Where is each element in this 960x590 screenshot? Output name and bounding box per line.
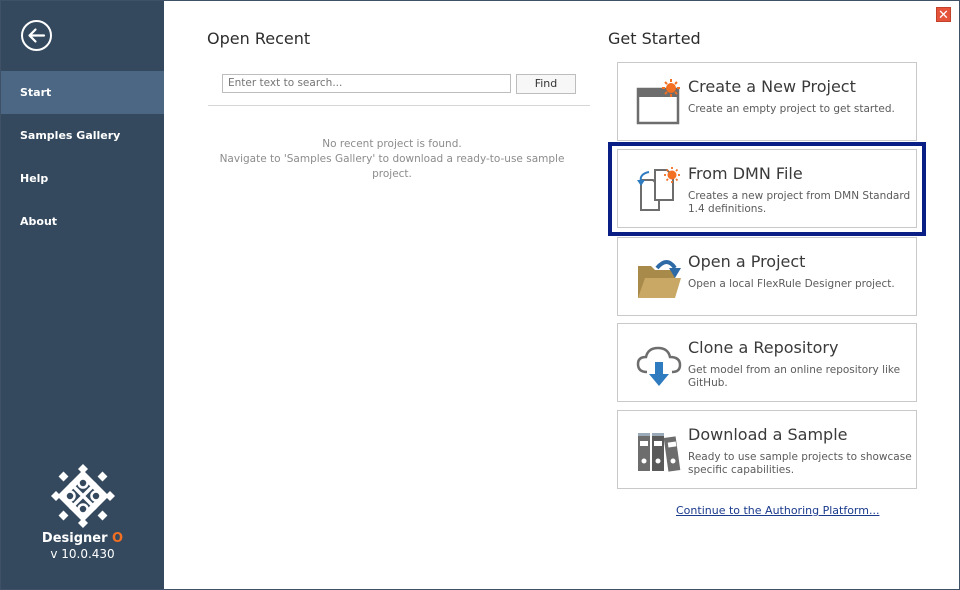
sidebar-item-samples-gallery[interactable]: Samples Gallery: [1, 114, 164, 157]
find-button[interactable]: Find: [516, 74, 576, 94]
version-label: v 10.0.430: [50, 547, 115, 561]
from-dmn-file-card[interactable]: From DMN File Creates a new project from…: [617, 149, 917, 228]
open-folder-icon: [638, 260, 681, 298]
brand-name-suffix: O: [112, 531, 124, 546]
start-window: Start Samples Gallery Help About Designe…: [0, 0, 960, 590]
search-input[interactable]: [222, 74, 511, 93]
card-title: Create a New Project: [688, 77, 856, 96]
card-description: Ready to use sample projects to showcase…: [688, 451, 912, 476]
card-title: Download a Sample: [688, 425, 848, 444]
brand-name: Designer O: [1, 531, 164, 546]
get-started-title: Get Started: [608, 29, 701, 48]
download-sample-card[interactable]: Download a Sample Ready to use sample pr…: [617, 410, 917, 489]
dmn-file-icon: [637, 167, 680, 211]
card-title: Open a Project: [688, 252, 806, 271]
sidebar-nav: Start Samples Gallery Help About: [1, 71, 164, 243]
cloud-download-icon: [636, 346, 682, 386]
open-recent-title: Open Recent: [207, 29, 311, 48]
sidebar-item-start[interactable]: Start: [1, 71, 164, 114]
open-project-card[interactable]: Open a Project Open a local FlexRule Des…: [617, 237, 917, 316]
divider: [208, 105, 590, 106]
card-description: Create an empty project to get started.: [688, 103, 895, 115]
sidebar-item-about[interactable]: About: [1, 200, 164, 243]
card-title: From DMN File: [688, 164, 803, 183]
new-project-icon: [636, 79, 680, 125]
card-description: Creates a new project from DMN Standard …: [688, 190, 911, 215]
empty-recent-message: No recent project is found. Navigate to …: [208, 137, 576, 182]
clone-repository-card[interactable]: Clone a Repository Get model from an onl…: [617, 323, 917, 402]
continue-to-authoring-link[interactable]: Continue to the Authoring Platform...: [676, 504, 879, 517]
back-arrow-icon[interactable]: [20, 19, 53, 52]
close-icon[interactable]: ✕: [936, 7, 951, 23]
card-description: Open a local FlexRule Designer project.: [688, 278, 895, 290]
brand-block: Designer O v 10.0.430: [1, 461, 164, 561]
card-description: Get model from an online repository like…: [688, 364, 901, 389]
create-new-project-card[interactable]: Create a New Project Create an empty pro…: [617, 62, 917, 141]
sidebar-item-help[interactable]: Help: [1, 157, 164, 200]
sidebar: Start Samples Gallery Help About Designe…: [1, 1, 164, 589]
empty-message-line1: No recent project is found.: [322, 138, 462, 150]
card-title: Clone a Repository: [688, 338, 839, 357]
designer-logo-icon: [50, 464, 115, 528]
binders-icon: [638, 433, 681, 472]
brand-name-text: Designer: [41, 531, 108, 546]
empty-message-line2: Navigate to 'Samples Gallery' to downloa…: [219, 153, 565, 180]
